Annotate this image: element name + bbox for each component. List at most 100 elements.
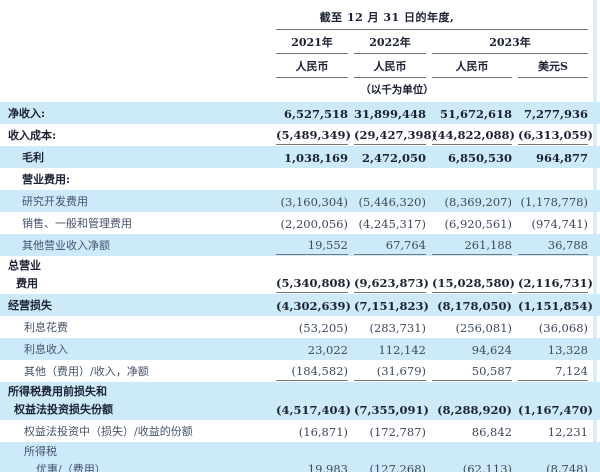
cell-value: (6,313,059)	[518, 126, 588, 145]
cell-value: (62,113)	[432, 460, 512, 472]
cell-value: (172,787)	[354, 423, 426, 441]
period-title: 截至 12 月 31 日的年度,	[276, 7, 588, 30]
table-body: 净收入:6,527,51831,899,44851,672,6187,277,9…	[0, 102, 600, 472]
cell-value: (127,268)	[354, 460, 426, 472]
row-label-line: 费用	[0, 275, 270, 293]
table-row: 营业费用:	[0, 168, 600, 190]
table-row: 其他（费用）/收入，净额 (184,582) (31,679) 50,587 7,124	[0, 360, 600, 382]
row-label-line: 净收入:	[0, 105, 270, 123]
cell-value: (9,623,873)	[354, 274, 426, 293]
currency-header-row: 人民币 人民币 人民币 美元S	[276, 58, 588, 78]
cell-value: 86,842	[432, 423, 512, 441]
cell-value: (256,081)	[432, 319, 512, 337]
table-row: 利息收入 23,022 112,142 94,624 13,328	[0, 338, 600, 360]
row-label-line: 销售、一般和管理费用	[0, 215, 270, 233]
cell-value: 6,527,518	[276, 105, 348, 123]
cell-value: (4,245,317)	[354, 215, 426, 233]
table-header: 截至 12 月 31 日的年度, 2021年 2022年 2023年 人民币 人…	[0, 0, 600, 99]
cell-value: (15,028,580)	[432, 274, 512, 293]
cell-value: (283,731)	[354, 319, 426, 337]
cell-value: (8,748)	[518, 460, 588, 472]
year-header-row: 2021年 2022年 2023年	[276, 34, 588, 54]
row-label: 权益法投资中（损失）/收益的份额	[0, 423, 270, 441]
row-label: 营业费用:	[0, 171, 270, 189]
cell-value: (1,167,470)	[518, 401, 588, 419]
row-label: 其他（费用）/收入，净额	[0, 363, 270, 381]
row-label-line: 权益法投资损失份额	[0, 401, 270, 419]
table-row: 其他营业收入净额19,55267,764261,18836,788	[0, 234, 600, 256]
currency-rmb-2021: 人民币	[276, 58, 348, 78]
cell-value: (5,340,808)	[276, 274, 348, 293]
row-label-line: 总营业	[0, 257, 270, 275]
cell-value: (5,446,320)	[354, 193, 426, 211]
cell-value: (4,517,404)	[276, 401, 348, 419]
row-label: 总营业费用	[0, 257, 270, 293]
row-label-line: 权益法投资中（损失）/收益的份额	[0, 423, 270, 441]
table-row: 销售、一般和管理费用 (2,200,056) (4,245,317) (6,920,5…	[0, 212, 600, 234]
row-label-line: 利息收入	[0, 341, 270, 359]
cell-value: (8,288,920)	[432, 401, 512, 419]
row-label: 销售、一般和管理费用	[0, 215, 270, 233]
year-2021: 2021年	[276, 34, 348, 54]
row-label-line: 营业费用:	[0, 171, 270, 189]
row-label-line: 利息花费	[0, 319, 270, 337]
cell-value: (1,178,778)	[518, 193, 588, 211]
cell-value: 19,983	[276, 460, 348, 472]
row-label-line: 其他营业收入净额	[0, 237, 270, 255]
currency-rmb-2023: 人民币	[432, 58, 512, 78]
table-row: 所得税费用前损失和权益法投资损失份额 (4,517,404) (7,355,091)…	[0, 382, 600, 420]
row-label: 毛利	[0, 149, 270, 167]
row-label: 利息收入	[0, 341, 270, 359]
cell-value: 1,038,169	[276, 149, 348, 167]
cell-value: (8,369,207)	[432, 193, 512, 211]
cell-value: 19,552	[276, 236, 348, 255]
row-label-line: 优惠/（费用）	[0, 461, 270, 472]
table-row: 利息花费(53,205)(283,731)(256,081)(36,068)	[0, 316, 600, 338]
cell-value: 112,142	[354, 341, 426, 359]
row-label: 经营损失	[0, 297, 270, 315]
cell-value: 2,472,050	[354, 149, 426, 167]
table-row: 毛利1,038,1692,472,0506,850,530964,877	[0, 146, 600, 168]
cell-value: (4,302,639)	[276, 297, 348, 315]
cell-value: (2,116,731)	[518, 274, 588, 293]
cell-value: 261,188	[432, 236, 512, 255]
row-label: 净收入:	[0, 105, 270, 123]
cell-value: (1,151,854)	[518, 297, 588, 315]
row-label-line: 经营损失	[0, 297, 270, 315]
header-columns: 截至 12 月 31 日的年度, 2021年 2022年 2023年 人民币 人…	[276, 7, 588, 99]
row-label-line: 所得税费用前损失和	[0, 383, 270, 401]
currency-usd-2023: 美元S	[518, 58, 588, 78]
row-label-line: 收入成本:	[0, 127, 270, 145]
cell-value: (29,427,398)	[354, 126, 426, 145]
row-label-line: 其他（费用）/收入，净额	[0, 363, 270, 381]
cell-value: 7,124	[518, 362, 588, 381]
cell-value: (5,489,349)	[276, 126, 348, 145]
table-row: 所得税优惠/（费用） 19,983 (127,268) (62,113) (8,748)	[0, 442, 600, 472]
cell-value: 13,328	[518, 341, 588, 359]
table-row: 总营业费用 (5,340,808) (9,623,873) (15,028,580) (…	[0, 256, 600, 294]
cell-value: 7,277,936	[518, 105, 588, 123]
header-spacer	[0, 7, 276, 99]
cell-value: 36,788	[518, 236, 588, 255]
cell-value: (7,151,823)	[354, 297, 426, 315]
cell-value: (6,920,561)	[432, 215, 512, 233]
cell-value: (7,355,091)	[354, 401, 426, 419]
cell-value: 94,624	[432, 341, 512, 359]
cell-value: (31,679)	[354, 362, 426, 381]
table-row: 研究开发费用(3,160,304)(5,446,320)(8,369,207)(…	[0, 190, 600, 212]
year-2022: 2022年	[354, 34, 426, 54]
table-row: 收入成本: (5,489,349) (29,427,398) (44,822,088)…	[0, 124, 600, 146]
financial-statement-page: 截至 12 月 31 日的年度, 2021年 2022年 2023年 人民币 人…	[0, 0, 600, 472]
row-label: 所得税优惠/（费用）	[0, 443, 270, 472]
cell-value: 23,022	[276, 341, 348, 359]
row-label: 所得税费用前损失和权益法投资损失份额	[0, 383, 270, 419]
cell-value: (44,822,088)	[432, 126, 512, 145]
cell-value: (2,200,056)	[276, 215, 348, 233]
row-label-line: 所得税	[0, 443, 270, 461]
cell-value: (184,582)	[276, 362, 348, 381]
row-label: 收入成本:	[0, 127, 270, 145]
table-row: 经营损失(4,302,639)(7,151,823)(8,178,050)(1,…	[0, 294, 600, 316]
cell-value: 50,587	[432, 362, 512, 381]
row-label: 其他营业收入净额	[0, 237, 270, 255]
cell-value: 6,850,530	[432, 149, 512, 167]
